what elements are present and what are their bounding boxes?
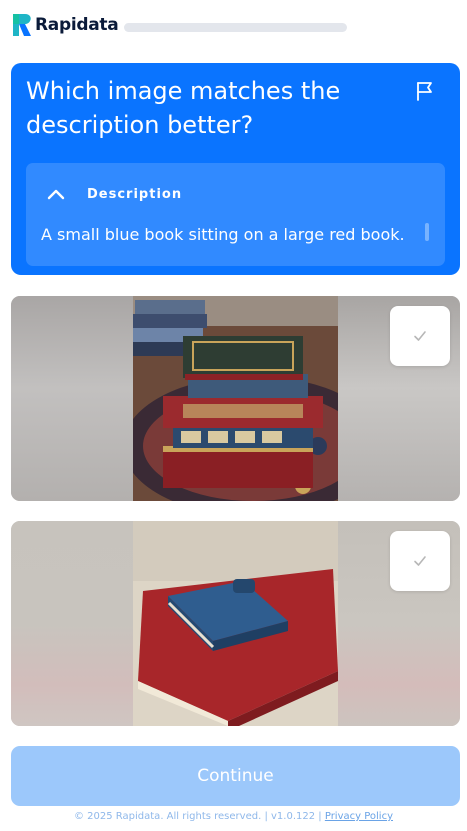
copyright-text: © 2025 Rapidata. All rights reserved.	[74, 811, 262, 822]
image-blur-left	[11, 296, 133, 501]
report-button[interactable]	[413, 79, 437, 103]
brand-name: Rapidata	[35, 15, 119, 35]
logo: Rapidata	[11, 12, 119, 38]
select-checkbox-1[interactable]	[390, 306, 450, 366]
check-icon	[414, 556, 426, 566]
image-blur-left	[11, 521, 133, 726]
flag-icon	[417, 82, 432, 101]
option-image-2	[133, 521, 338, 726]
chevron-up-icon	[47, 189, 65, 200]
footer: © 2025 Rapidata. All rights reserved. | …	[0, 811, 467, 822]
select-checkbox-2[interactable]	[390, 531, 450, 591]
question-card: Which image matches the description bett…	[11, 63, 460, 275]
description-text: A small blue book sitting on a large red…	[41, 225, 405, 244]
description-label: Description	[87, 186, 183, 202]
footer-separator: |	[264, 811, 268, 822]
footer-separator: |	[318, 811, 322, 822]
question-title: Which image matches the description bett…	[26, 77, 341, 139]
image-option-1[interactable]	[11, 296, 460, 501]
version-text: v1.0.122	[271, 811, 316, 822]
top-bar: Rapidata	[0, 0, 467, 56]
description-scrollbar[interactable]	[425, 223, 429, 241]
option-image-1	[133, 296, 338, 501]
progress-bar	[124, 23, 347, 32]
image-option-2[interactable]	[11, 521, 460, 726]
privacy-policy-link[interactable]: Privacy Policy	[325, 811, 393, 822]
continue-button[interactable]: Continue	[11, 746, 460, 806]
rapidata-logo-icon	[13, 14, 31, 36]
check-icon	[414, 331, 426, 341]
description-toggle[interactable]: Description	[45, 183, 182, 205]
description-panel: Description A small blue book sitting on…	[26, 163, 445, 266]
